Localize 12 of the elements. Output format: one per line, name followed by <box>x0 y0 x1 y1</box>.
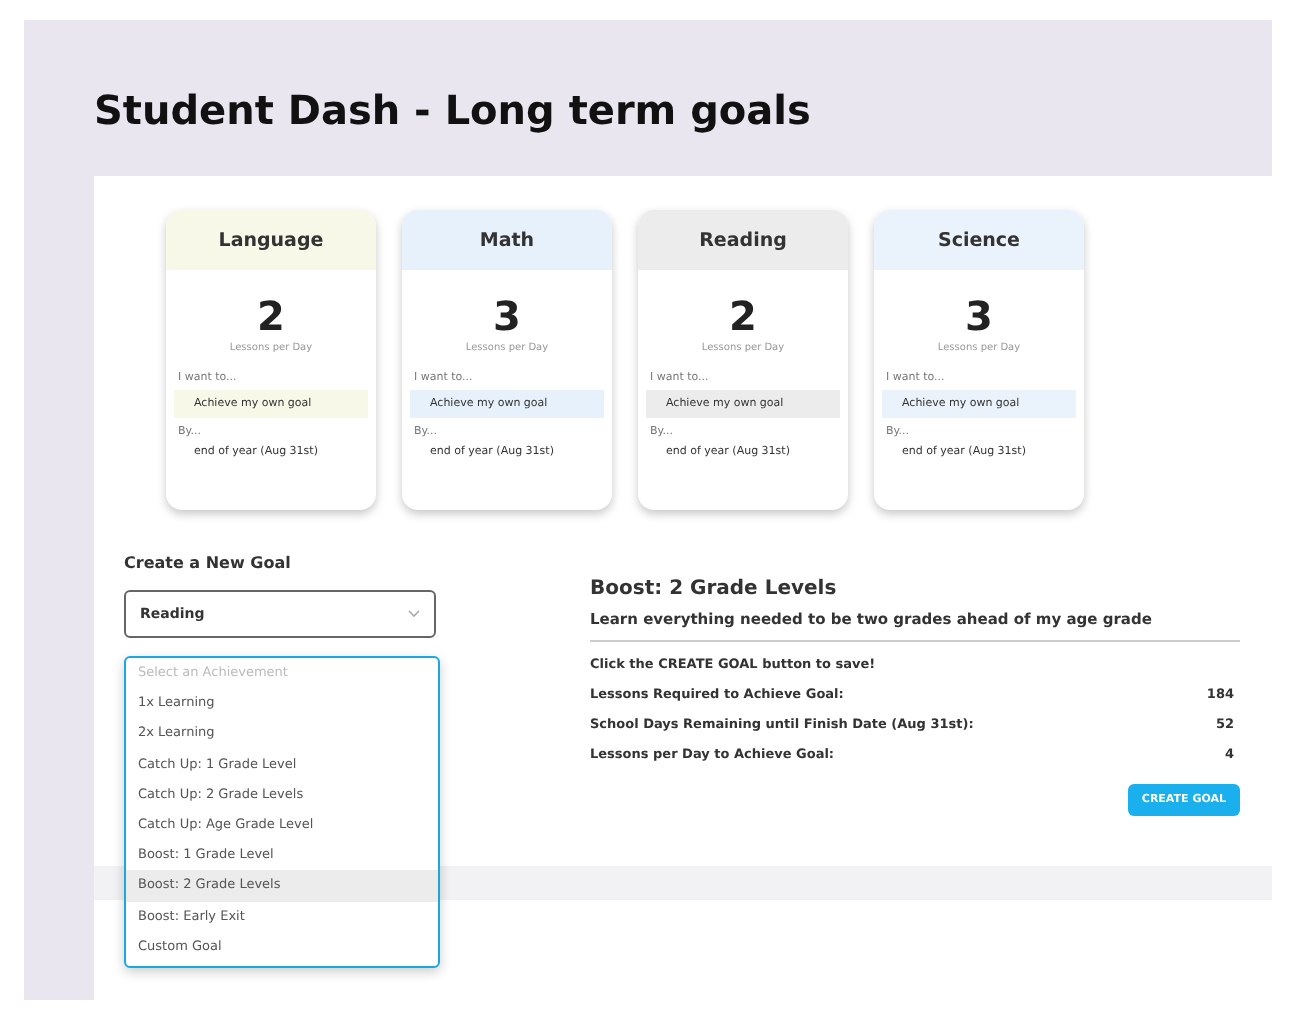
lesson-count: 3 <box>491 294 523 338</box>
caret-icon <box>408 610 420 618</box>
card-title: Language <box>166 210 376 270</box>
section-heading: Create a New Goal <box>124 554 293 572</box>
lesson-count: 3 <box>963 294 995 338</box>
lesson-count: 2 <box>255 294 287 338</box>
card-title: Math <box>402 210 612 270</box>
goal-title: Boost: 2 Grade Levels <box>590 578 839 600</box>
card-title: Science <box>874 210 1084 270</box>
lesson-count: 2 <box>727 294 759 338</box>
card-title: Reading <box>638 210 848 270</box>
page-title: Student Dash - Long term goals <box>94 84 813 138</box>
